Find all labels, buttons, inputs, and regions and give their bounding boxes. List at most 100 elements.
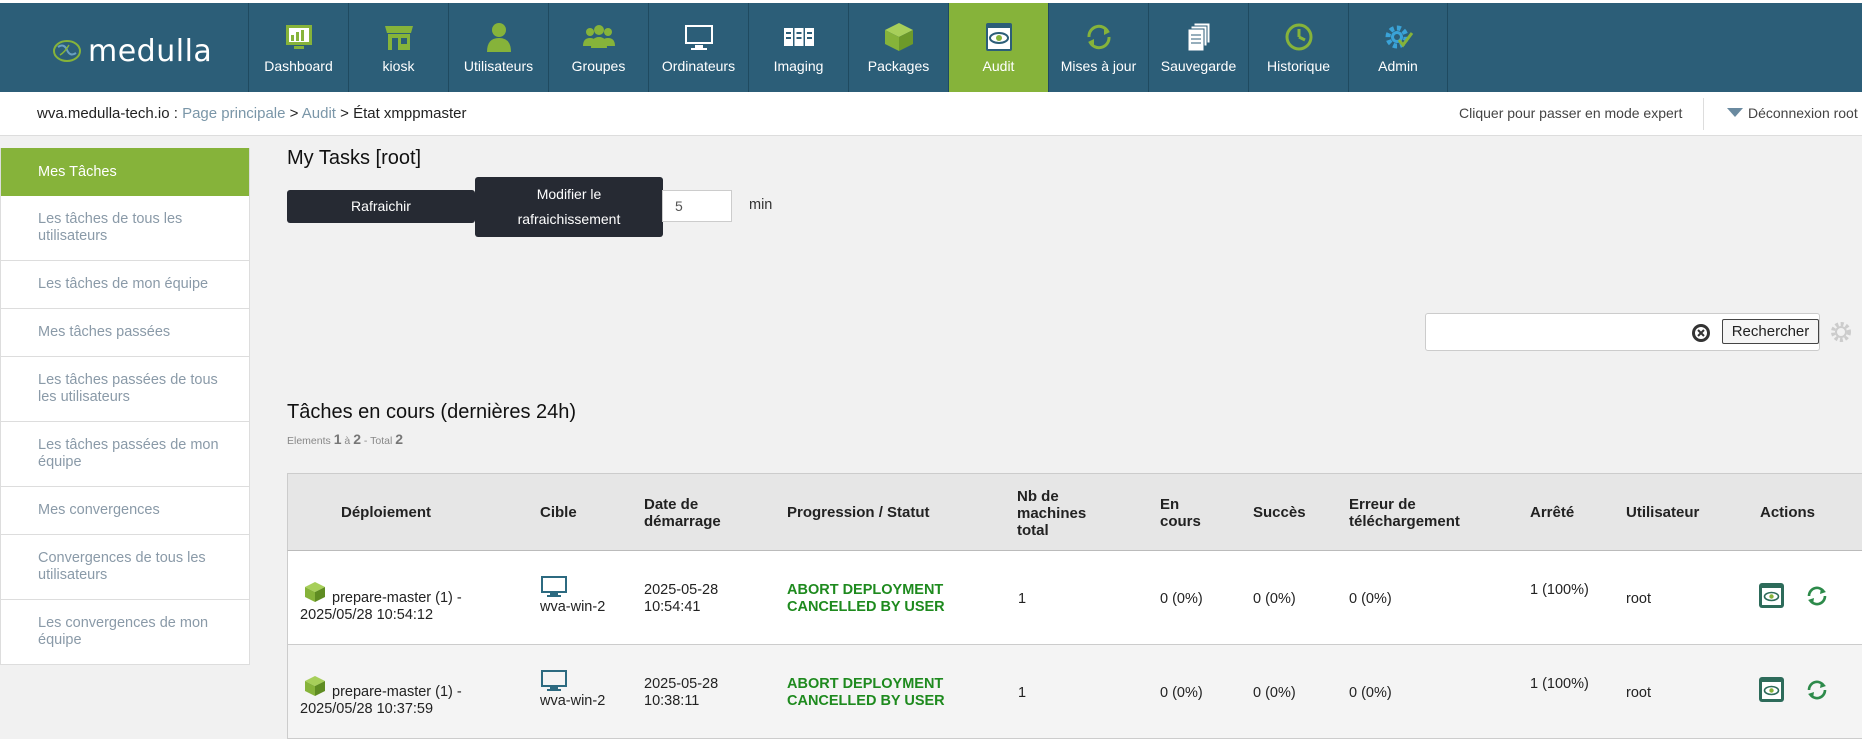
modify-refresh-button[interactable]: Modifier le rafraichissement (475, 177, 663, 237)
nav-historique[interactable]: Historique (1248, 3, 1348, 92)
col-en-cours[interactable]: En cours (1160, 496, 1210, 530)
nav-audit[interactable]: Audit (948, 3, 1048, 92)
nav-utilisateurs[interactable]: Utilisateurs (448, 3, 548, 92)
arrete-value: 1 (100%) (1530, 582, 1589, 598)
deployment-name[interactable]: prepare-master (1) - 2025/05/28 10:37:59 (300, 684, 480, 718)
package-icon (884, 23, 913, 51)
table-row: prepare-master (1) - 2025/05/28 10:54:12… (287, 551, 1862, 645)
nav-admin[interactable]: Admin (1348, 3, 1448, 92)
sidebar-item-taches-tous-utilisateurs[interactable]: Les tâches de tous les utilisateurs (1, 196, 249, 261)
nav-mises-a-jour[interactable]: Mises à jour (1048, 3, 1148, 92)
breadcrumb-arrow: > (340, 105, 349, 122)
brain-logo-icon (53, 40, 81, 62)
sidebar-item-taches-mon-equipe[interactable]: Les tâches de mon équipe (1, 261, 249, 309)
status-text: ABORT DEPLOYMENT CANCELLED BY USER (787, 582, 945, 615)
nav-label: Imaging (773, 58, 824, 74)
nav-label: Dashboard (264, 58, 333, 74)
search-input[interactable] (1430, 318, 1714, 348)
en-cours-value: 0 (0%) (1160, 685, 1203, 701)
breadcrumb-home-link[interactable]: Page principale (182, 105, 285, 122)
nav-label: Historique (1266, 58, 1331, 74)
caret-down-icon (1727, 108, 1743, 117)
breadcrumb-separator: : (173, 105, 178, 122)
col-actions: Actions (1760, 504, 1816, 521)
breadcrumb-bar: wva.medulla-tech.io : Page principale > … (0, 92, 1862, 136)
sidebar-item-mes-taches[interactable]: Mes Tâches (1, 148, 249, 196)
sidebar-item-taches-passees[interactable]: Mes tâches passées (1, 309, 249, 357)
col-utilisateur[interactable]: Utilisateur (1626, 504, 1699, 521)
logout-link[interactable]: Déconnexion root (1727, 105, 1858, 121)
nav-kiosk[interactable]: kiosk (348, 3, 448, 92)
target-machine[interactable]: wva-win-2 (540, 599, 610, 616)
col-arrete[interactable]: Arrêté (1530, 504, 1574, 521)
logout-label: Déconnexion root (1748, 105, 1858, 121)
nav-groupes[interactable]: Groupes (548, 3, 648, 92)
col-date[interactable]: Date de démarrage (644, 496, 734, 530)
nb-machines: 1 (1018, 591, 1027, 607)
nav-ordinateurs[interactable]: Ordinateurs (648, 3, 748, 92)
audit-icon (985, 23, 1012, 51)
table-header: Déploiement Cible Date de démarrage Prog… (287, 473, 1862, 551)
nav-packages[interactable]: Packages (848, 3, 948, 92)
breadcrumb: wva.medulla-tech.io : Page principale > … (37, 105, 466, 122)
sidebar-item-taches-passees-tous[interactable]: Les tâches passées de tous les utilisate… (1, 357, 249, 422)
refresh-button[interactable]: Rafraichir (287, 190, 475, 223)
nb-machines: 1 (1018, 685, 1027, 701)
nav-label: Admin (1378, 58, 1418, 74)
clear-search-icon[interactable] (1691, 323, 1711, 343)
target-machine[interactable]: wva-win-2 (540, 693, 610, 710)
col-succes[interactable]: Succès (1253, 504, 1306, 521)
sidebar-item-taches-passees-equipe[interactable]: Les tâches passées de mon équipe (1, 422, 249, 487)
table-row: prepare-master (1) - 2025/05/28 10:37:59… (287, 645, 1862, 739)
col-cible[interactable]: Cible (540, 504, 577, 521)
nav-dashboard[interactable]: Dashboard (248, 3, 348, 92)
backup-icon (1187, 22, 1210, 52)
computer-icon (541, 670, 567, 691)
refresh-interval-input[interactable] (662, 190, 732, 222)
history-icon (1285, 23, 1312, 51)
sidebar-item-convergences-tous[interactable]: Convergences de tous les utilisateurs (1, 535, 249, 600)
nav-label: Audit (982, 58, 1015, 74)
nav-label: kiosk (382, 58, 415, 74)
col-deploiement[interactable]: Déploiement (341, 504, 431, 521)
group-icon (582, 25, 615, 48)
main-nav: Dashboard kiosk Utilisateurs Groupes Ord… (248, 3, 1448, 92)
nav-sauvegarde[interactable]: Sauvegarde (1148, 3, 1248, 92)
audit-view-icon[interactable] (1758, 676, 1785, 703)
erreur-value: 0 (0%) (1349, 685, 1392, 701)
admin-gear-icon (1385, 25, 1414, 49)
nav-label: Sauvegarde (1160, 58, 1237, 74)
arrete-value: 1 (100%) (1530, 676, 1589, 692)
deployment-name[interactable]: prepare-master (1) - 2025/05/28 10:54:12 (300, 590, 480, 624)
update-icon (1087, 24, 1110, 50)
elements-prefix: Elements (287, 435, 331, 447)
status-text: ABORT DEPLOYMENT CANCELLED BY USER (787, 676, 945, 709)
sidebar-item-mes-convergences[interactable]: Mes convergences (1, 487, 249, 535)
nav-label: Groupes (571, 58, 626, 74)
refresh-unit-label: min (749, 197, 773, 213)
tasks-table: Déploiement Cible Date de démarrage Prog… (287, 473, 1862, 739)
nav-label: Mises à jour (1060, 58, 1137, 74)
col-erreur[interactable]: Erreur de téléchargement (1349, 496, 1479, 530)
user-value: root (1626, 591, 1651, 607)
medulla-logo[interactable]: medulla (52, 31, 212, 71)
col-nb-machines[interactable]: Nb de machines total (1017, 488, 1097, 539)
breadcrumb-arrow: > (289, 105, 299, 122)
settings-gear-icon[interactable] (1829, 320, 1853, 344)
breadcrumb-audit-link[interactable]: Audit (302, 105, 336, 122)
nav-imaging[interactable]: Imaging (748, 3, 848, 92)
elements-total-word: - Total (363, 435, 393, 447)
section-title: Tâches en cours (dernières 24h) (287, 401, 577, 423)
col-progression[interactable]: Progression / Statut (787, 504, 930, 521)
dashboard-icon (285, 25, 312, 49)
redeploy-icon[interactable] (1805, 584, 1829, 608)
elements-to: 2 (353, 431, 361, 447)
redeploy-icon[interactable] (1805, 678, 1829, 702)
audit-view-icon[interactable] (1758, 582, 1785, 609)
expert-mode-link[interactable]: Cliquer pour passer en mode expert (1459, 105, 1682, 121)
sidebar-item-convergences-equipe[interactable]: Les convergences de mon équipe (1, 600, 249, 665)
computer-icon (684, 25, 713, 50)
imaging-icon (783, 28, 814, 46)
search-button[interactable]: Rechercher (1722, 319, 1819, 344)
user-icon (486, 23, 511, 52)
